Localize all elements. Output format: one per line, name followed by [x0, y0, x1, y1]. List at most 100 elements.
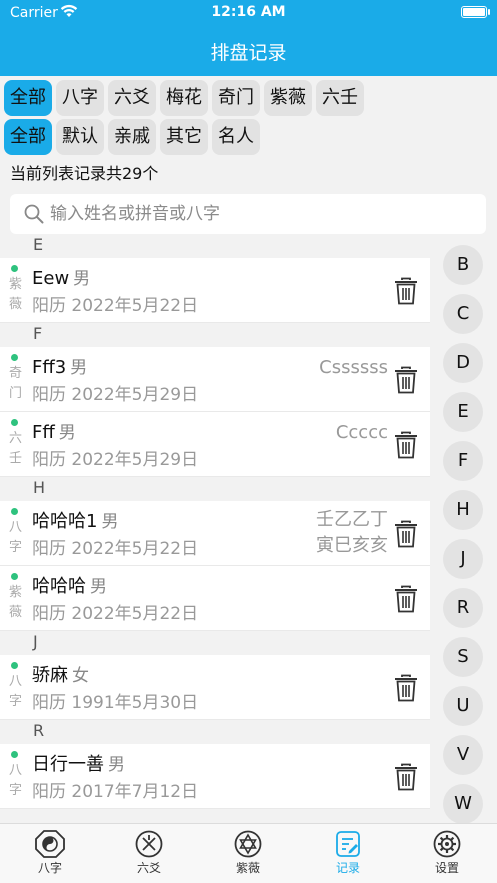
trash-icon[interactable] [394, 520, 418, 548]
filter-chip[interactable]: 梅花 [160, 80, 208, 116]
tab-liuyao[interactable]: 六爻 [99, 824, 199, 883]
trash-icon[interactable] [394, 277, 418, 305]
note-line: Ccccc [335, 422, 388, 443]
trash-icon[interactable] [394, 763, 418, 791]
filter-chip[interactable]: 奇门 [212, 80, 260, 116]
note-line: 寅巳亥亥 [316, 535, 388, 556]
filter-chip[interactable]: 名人 [212, 119, 260, 155]
record-gender: 男 [73, 269, 91, 289]
record-name-text: 哈哈哈1 [32, 511, 98, 532]
record-gender: 女 [72, 666, 89, 686]
record-row[interactable]: 八字日行一善男阳历 2017年7月12日 [0, 744, 430, 809]
tab-label: 八字 [37, 861, 62, 875]
section-header: R [0, 720, 430, 744]
record-category: 紫薇 [9, 583, 23, 623]
index-letter[interactable]: E [443, 392, 483, 432]
record-note: Cssssss [319, 355, 388, 381]
record-name-text: 日行一善 [32, 754, 104, 775]
record-row[interactable]: 紫薇哈哈哈男阳历 2022年5月22日 [0, 566, 430, 631]
index-letter[interactable]: J [443, 539, 483, 579]
index-letter[interactable]: R [443, 588, 483, 628]
index-letter[interactable]: H [443, 490, 483, 530]
index-letter[interactable]: U [443, 686, 483, 726]
record-list[interactable]: E 紫薇 Eew 男阳历 2022年5月22日 F 奇门 Fff3 男阳历 2022年5月29… [0, 234, 430, 823]
section-header: J [0, 631, 430, 655]
category-char: 八 [9, 520, 23, 535]
record-name: 日行一善男 [32, 750, 125, 776]
note-line: 壬乙乙丁 [316, 509, 388, 530]
status-dot [11, 751, 18, 758]
category-char: 六 [9, 431, 23, 446]
index-letter[interactable]: F [443, 441, 483, 481]
record-category: 紫薇 [9, 275, 23, 315]
filter-chip[interactable]: 全部 [4, 119, 52, 155]
filter-chip[interactable]: 六壬 [316, 80, 364, 116]
record-date: 阳历 2022年5月29日 [32, 385, 199, 405]
settings-gear-icon [397, 830, 497, 858]
record-gender: 男 [70, 358, 88, 378]
status-dot [11, 419, 18, 426]
category-char: 奇 [9, 366, 23, 381]
filter-chip[interactable]: 其它 [160, 119, 208, 155]
record-category: 八字 [9, 761, 23, 801]
index-letter[interactable]: W [443, 784, 483, 824]
record-name: Fff3 男 [32, 353, 87, 378]
category-char: 壬 [9, 451, 23, 466]
record-category: 八字 [9, 672, 23, 712]
tab-settings-gear[interactable]: 设置 [397, 824, 497, 883]
record-row[interactable]: 奇门 Fff3 男阳历 2022年5月29日 Cssssss [0, 347, 430, 412]
navigation-header: Carrier 12:16 AM 排盘记录 [0, 0, 497, 76]
battery-tip [488, 9, 490, 15]
record-gender: 男 [58, 423, 76, 443]
record-row[interactable]: 紫薇 Eew 男阳历 2022年5月22日 [0, 258, 430, 323]
record-note: 壬乙乙丁 寅巳亥亥 [316, 507, 388, 559]
trash-icon[interactable] [394, 431, 418, 459]
record-date: 阳历 2022年5月22日 [32, 604, 199, 624]
filter-chip[interactable]: 亲戚 [108, 119, 156, 155]
search-icon [24, 204, 44, 224]
trash-icon[interactable] [394, 674, 418, 702]
alphabet-index: BCDEFHJRSUVW [443, 0, 483, 824]
category-char: 薇 [9, 605, 23, 620]
status-dot [11, 662, 18, 669]
tab-star-of-david[interactable]: 紫薇 [198, 824, 298, 883]
record-row[interactable]: 八字哈哈哈1 男阳历 2022年5月22日 壬乙乙丁 寅巳亥亥 [0, 501, 430, 566]
search-bar[interactable] [10, 194, 486, 234]
category-char: 八 [9, 763, 23, 778]
filter-chip[interactable]: 六爻 [108, 80, 156, 116]
index-letter[interactable]: C [443, 294, 483, 334]
record-gender: 男 [90, 577, 107, 597]
tab-label: 记录 [335, 861, 360, 875]
star-of-david-icon [198, 830, 298, 858]
tab-record[interactable]: 记录 [298, 824, 398, 883]
trash-icon[interactable] [394, 366, 418, 394]
category-char: 门 [9, 386, 23, 401]
tab-bagua[interactable]: 八字 [0, 824, 100, 883]
record-name-text: 骄麻 [32, 665, 68, 686]
record-note: Ccccc [336, 420, 388, 446]
index-letter[interactable]: B [443, 245, 483, 285]
status-dot [11, 508, 18, 515]
index-letter[interactable]: D [443, 343, 483, 383]
status-dot [11, 573, 18, 580]
tab-bar: 八字 六爻 紫薇 记录 设置 [0, 823, 497, 883]
filter-chip[interactable]: 八字 [56, 80, 104, 116]
record-row[interactable]: 六壬 Fff 男阳历 2022年5月29日 Ccccc [0, 412, 430, 477]
record-gender: 男 [101, 512, 119, 532]
record-row[interactable]: 八字骄麻女阳历 1991年5月30日 [0, 655, 430, 720]
group-filter-row: 全部 默认 亲戚 其它 名人 [4, 119, 260, 155]
search-input[interactable] [50, 194, 470, 234]
index-letter[interactable]: S [443, 637, 483, 677]
index-letter[interactable]: V [443, 735, 483, 775]
record-gender: 男 [108, 755, 125, 775]
filter-chip[interactable]: 全部 [4, 80, 52, 116]
record-icon [298, 830, 398, 858]
record-name-text: 哈哈哈 [32, 576, 86, 597]
tab-label: 设置 [434, 861, 459, 875]
page-title: 排盘记录 [210, 42, 287, 64]
tab-label: 紫薇 [235, 861, 260, 875]
filter-chip[interactable]: 紫薇 [264, 80, 312, 116]
filter-chip[interactable]: 默认 [56, 119, 104, 155]
trash-icon[interactable] [394, 585, 418, 613]
note-line: Cssssss [319, 357, 388, 378]
